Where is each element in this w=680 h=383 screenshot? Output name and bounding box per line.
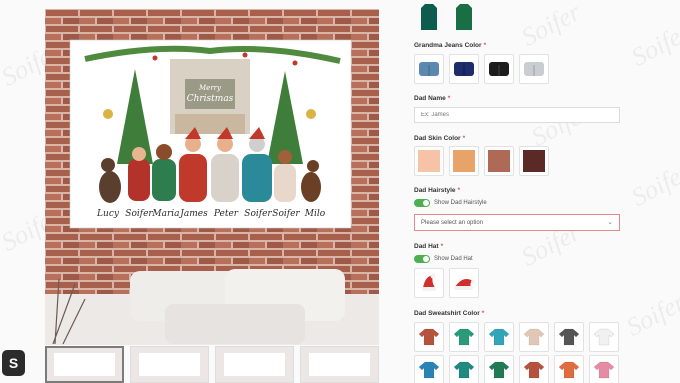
- show-dad-hat-toggle[interactable]: [414, 255, 430, 263]
- dad-hairstyle-select[interactable]: Please select an option ⌄: [414, 214, 620, 231]
- family-name-label: James: [178, 209, 208, 219]
- skin-color-fill: [418, 150, 440, 172]
- watermark-text: Soifer: [626, 17, 680, 72]
- sweatshirt-option[interactable]: [589, 355, 619, 383]
- family-name-label: Soifer: [244, 209, 272, 219]
- label-text: Dad Sweatshirt Color: [414, 310, 480, 317]
- label-text: Dad Skin Color: [414, 135, 461, 142]
- dad-hat-options: [414, 268, 479, 298]
- sweatshirt-icon: [593, 328, 615, 346]
- grandma-jeans-label: Grandma Jeans Color *: [414, 42, 486, 49]
- sweatshirt-icon: [418, 328, 440, 346]
- greeting-text-line2: Christmas: [187, 94, 234, 104]
- skin-option-light[interactable]: [414, 146, 444, 176]
- skin-option-tan[interactable]: [449, 146, 479, 176]
- skin-option-dark[interactable]: [519, 146, 549, 176]
- label-text: Grandma Jeans Color: [414, 42, 482, 49]
- thumbnail[interactable]: [215, 346, 294, 383]
- sweatshirt-icon: [488, 361, 510, 379]
- sweatshirt-icon: [558, 328, 580, 346]
- family-name-label: Maria: [151, 209, 179, 219]
- sweatshirt-icon: [418, 361, 440, 379]
- thumbnail-strip: [45, 346, 379, 383]
- sweatshirt-icon: [558, 361, 580, 379]
- show-dad-hairstyle-toggle-row: Show Dad Hairstyle: [414, 199, 487, 207]
- thumbnail[interactable]: [300, 346, 379, 383]
- family-name-label: Soifer: [125, 209, 153, 219]
- sweatshirt-option[interactable]: [554, 355, 584, 383]
- show-dad-hat-toggle-row: Show Dad Hat: [414, 255, 473, 263]
- grandma-jeans-options: [414, 54, 549, 84]
- product-customizer-page: Soifer Soifer Soifer Soifer Soifer Soife…: [0, 0, 680, 383]
- family-name-label: Soifer: [272, 209, 300, 219]
- sweatshirt-icon: [453, 328, 475, 346]
- required-mark: *: [462, 135, 466, 142]
- required-mark: *: [481, 310, 485, 317]
- family-name-label: Lucy: [96, 209, 120, 219]
- toggle-label: Show Dad Hairstyle: [434, 200, 487, 206]
- jeans-option-light-gray[interactable]: [519, 54, 549, 84]
- skin-option-brown[interactable]: [484, 146, 514, 176]
- sweater-option[interactable]: [414, 2, 444, 32]
- dad-sweatshirt-label: Dad Sweatshirt Color *: [414, 310, 484, 317]
- dad-skin-label: Dad Skin Color *: [414, 135, 465, 142]
- sweatshirt-icon: [523, 361, 545, 379]
- required-mark: *: [440, 243, 444, 250]
- sweatshirt-icon: [453, 361, 475, 379]
- sweatshirt-option[interactable]: [449, 322, 479, 352]
- label-text: Dad Hat: [414, 243, 439, 250]
- skin-color-fill: [523, 150, 545, 172]
- product-main-image[interactable]: Merry Christmas Lucy Soifer Maria James …: [45, 9, 379, 345]
- required-mark: *: [483, 42, 487, 49]
- greeting-text-line1: Merry: [198, 84, 222, 92]
- label-text: Dad Hairstyle: [414, 187, 456, 194]
- sweatshirt-option[interactable]: [554, 322, 584, 352]
- dad-hairstyle-label: Dad Hairstyle *: [414, 187, 460, 194]
- thumbnail[interactable]: [45, 346, 124, 383]
- watermark-text: Soifer: [621, 287, 680, 342]
- sweatshirt-option[interactable]: [589, 322, 619, 352]
- santa-hat-icon[interactable]: [414, 268, 444, 298]
- skin-color-fill: [488, 150, 510, 172]
- dad-name-label: Dad Name *: [414, 95, 450, 102]
- thumbnail[interactable]: [130, 346, 209, 383]
- dad-name-input[interactable]: [414, 107, 620, 123]
- sweatshirt-option[interactable]: [414, 322, 444, 352]
- watermark-text: Soifer: [626, 157, 680, 212]
- sweatshirt-option[interactable]: [414, 355, 444, 383]
- sweatshirt-icon: [488, 328, 510, 346]
- select-placeholder: Please select an option: [421, 220, 484, 226]
- jeans-option-dark-blue[interactable]: [449, 54, 479, 84]
- sweatshirt-option[interactable]: [484, 355, 514, 383]
- sweatshirt-option[interactable]: [484, 322, 514, 352]
- santa-hat-icon[interactable]: [449, 268, 479, 298]
- label-text: Dad Name: [414, 95, 446, 102]
- sweatshirt-option[interactable]: [449, 355, 479, 383]
- shopify-icon[interactable]: S: [2, 350, 25, 376]
- dad-skin-options: [414, 146, 549, 176]
- chevron-down-icon: ⌄: [607, 219, 613, 226]
- jeans-option-black[interactable]: [484, 54, 514, 84]
- family-name-label: Peter: [213, 209, 239, 219]
- show-dad-hairstyle-toggle[interactable]: [414, 199, 430, 207]
- top-swatch-row: [414, 2, 479, 32]
- skin-color-fill: [453, 150, 475, 172]
- family-name-label: Milo: [304, 209, 326, 219]
- required-mark: *: [457, 187, 461, 194]
- dad-hat-label: Dad Hat *: [414, 243, 443, 250]
- customization-panel: Grandma Jeans Color* Dad Name* Dad Skin …: [405, 0, 630, 383]
- sweatshirt-option[interactable]: [519, 355, 549, 383]
- required-mark: *: [447, 95, 451, 102]
- sweatshirt-option[interactable]: [519, 322, 549, 352]
- dad-sweatshirt-options-row: [414, 355, 619, 383]
- sweatshirt-icon: [593, 361, 615, 379]
- dad-sweatshirt-options-row: [414, 322, 619, 352]
- sweater-option[interactable]: [449, 2, 479, 32]
- jeans-option-light-blue[interactable]: [414, 54, 444, 84]
- toggle-label: Show Dad Hat: [434, 256, 473, 262]
- sweatshirt-icon: [523, 328, 545, 346]
